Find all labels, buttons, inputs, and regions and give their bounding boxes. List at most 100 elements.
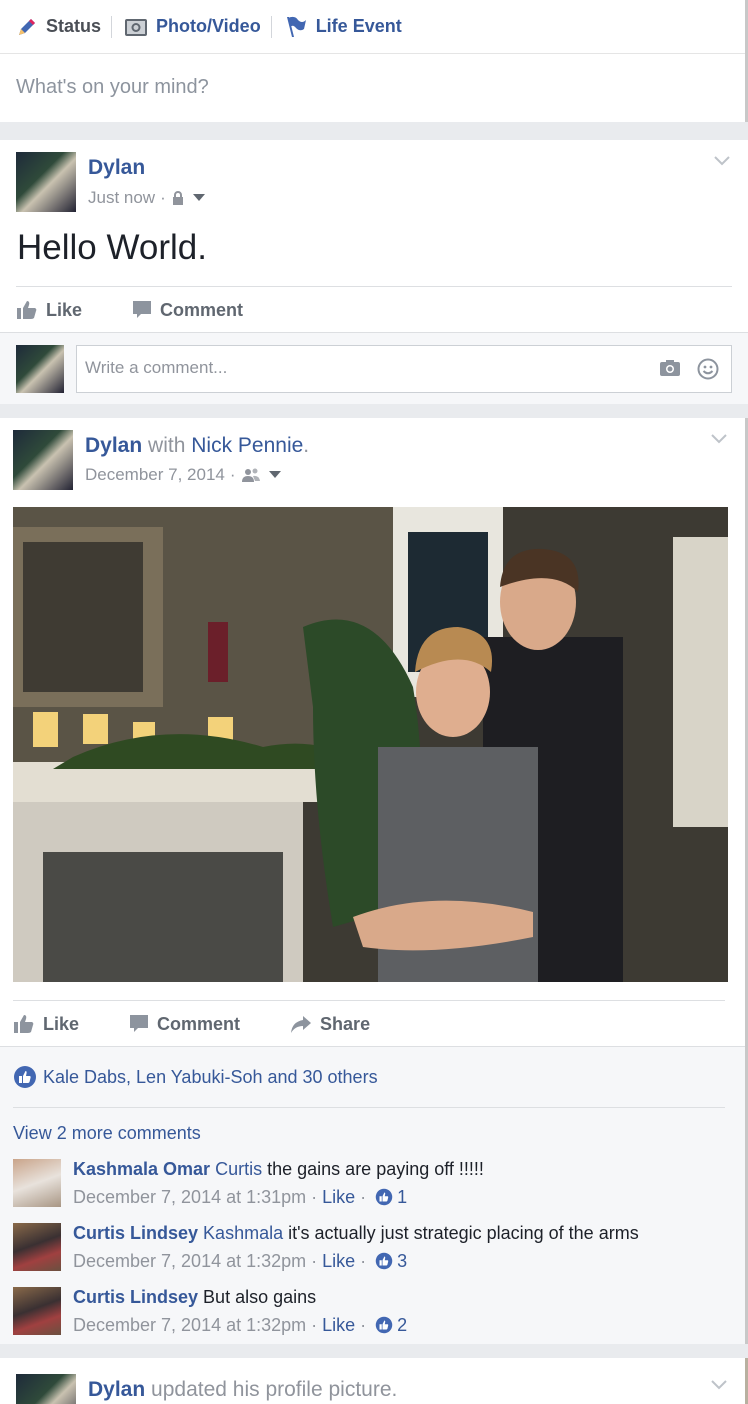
thumbs-up-icon <box>16 300 38 320</box>
comment-item: Curtis Lindsey But also gains December 7… <box>13 1283 725 1343</box>
pencil-icon <box>16 16 38 38</box>
composer: Status Photo/Video Life Event What's on … <box>0 0 748 122</box>
camera-icon[interactable] <box>659 358 681 380</box>
commenter-name[interactable]: Curtis Lindsey <box>73 1223 198 1243</box>
avatar[interactable] <box>16 152 76 212</box>
avatar[interactable] <box>13 1287 61 1335</box>
friends-icon <box>241 467 261 483</box>
chevron-down-icon[interactable] <box>714 156 730 166</box>
tagged-name[interactable]: Nick Pennie <box>191 434 303 457</box>
comment-icon <box>129 1014 149 1034</box>
like-button[interactable]: Like <box>16 300 82 321</box>
comment-button[interactable]: Comment <box>132 300 243 321</box>
divider <box>16 286 732 287</box>
comment-meta: December 7, 2014 at 1:32pm · Like · 2 <box>73 1311 407 1339</box>
divider <box>270 15 272 38</box>
post-author-line: Dylan updated his profile picture. <box>88 1378 397 1402</box>
comment-body: Kashmala Omar Curtis the gains are payin… <box>73 1155 484 1211</box>
comment-input[interactable]: Write a comment... <box>76 345 732 393</box>
divider <box>13 1000 725 1001</box>
like-label: Like <box>46 299 83 320</box>
with-word: with <box>148 434 186 457</box>
action-bar: Like Comment <box>16 288 293 332</box>
camera-icon <box>124 16 148 38</box>
comment-label: Comment <box>157 1013 241 1034</box>
author-name[interactable]: Dylan <box>85 434 142 457</box>
comment-time[interactable]: December 7, 2014 at 1:32pm <box>73 1247 306 1275</box>
author-name[interactable]: Dylan <box>88 156 145 179</box>
tab-life-event-label: Life Event <box>315 16 402 36</box>
comment-like-count[interactable]: 2 <box>375 1311 407 1339</box>
composer-tabs: Status Photo/Video Life Event <box>0 0 745 54</box>
like-button[interactable]: Like <box>13 1014 79 1035</box>
post-author-line: Dylan <box>88 156 145 180</box>
post-photo-image[interactable] <box>13 507 728 982</box>
divider <box>13 1107 725 1108</box>
divider <box>111 15 113 38</box>
comment-mention[interactable]: Kashmala <box>203 1223 283 1243</box>
comment-text: the gains are paying off !!!!! <box>267 1159 484 1179</box>
chevron-down-icon[interactable] <box>711 434 727 444</box>
post-meta: December 7, 2014 · <box>85 465 281 485</box>
avatar[interactable] <box>13 1223 61 1271</box>
tab-photo-video[interactable]: Photo/Video <box>124 16 261 38</box>
privacy-dropdown-icon[interactable] <box>268 471 281 479</box>
lock-icon <box>171 190 185 206</box>
share-label: Share <box>320 1013 371 1034</box>
like-reaction-icon <box>375 1252 393 1270</box>
like-label: Like <box>43 1013 80 1034</box>
flag-icon <box>284 15 308 39</box>
chevron-down-icon[interactable] <box>711 1380 727 1390</box>
emoji-icon[interactable] <box>697 358 719 380</box>
like-count: 1 <box>397 1187 408 1207</box>
tab-status-label: Status <box>46 16 102 36</box>
comments-section: Kale Dabs, Len Yabuki-Soh and 30 others … <box>0 1046 745 1344</box>
avatar[interactable] <box>13 1159 61 1207</box>
like-reaction-icon <box>13 1065 37 1089</box>
like-count: 3 <box>397 1251 408 1271</box>
post-author-line: Dylan with Nick Pennie. <box>85 434 310 457</box>
comment-like-link[interactable]: Like <box>322 1311 355 1339</box>
like-reaction-icon <box>375 1316 393 1334</box>
view-more-comments-link[interactable]: View 2 more comments <box>13 1123 201 1144</box>
thumbs-up-icon <box>13 1014 35 1034</box>
comment-time[interactable]: December 7, 2014 at 1:32pm <box>73 1311 306 1339</box>
comment-label: Comment <box>160 299 244 320</box>
comment-icon <box>132 300 152 320</box>
likes-text: Kale Dabs, Len Yabuki-Soh and 30 others <box>43 1066 378 1087</box>
post-text: Hello World. <box>17 228 207 267</box>
comment-like-link[interactable]: Like <box>322 1247 355 1275</box>
avatar <box>16 345 64 393</box>
comment-button[interactable]: Comment <box>129 1014 240 1035</box>
action-bar: Like Comment Share <box>13 1002 420 1046</box>
comment-like-count[interactable]: 3 <box>375 1247 407 1275</box>
avatar[interactable] <box>13 430 73 490</box>
comment-time[interactable]: December 7, 2014 at 1:31pm <box>73 1183 306 1211</box>
post-date[interactable]: December 7, 2014 <box>85 465 225 485</box>
comment-placeholder: Write a comment... <box>85 358 228 377</box>
comment-item: Curtis Lindsey Kashmala it's actually ju… <box>13 1219 725 1279</box>
post-profile-update: Dylan updated his profile picture. <box>0 1358 748 1404</box>
share-button[interactable]: Share <box>290 1014 370 1035</box>
author-name[interactable]: Dylan <box>88 1378 145 1401</box>
comment-body: Curtis Lindsey But also gains December 7… <box>73 1283 407 1339</box>
post-meta: Just now · <box>88 188 205 208</box>
status-input[interactable]: What's on your mind? <box>0 54 745 122</box>
comment-meta: December 7, 2014 at 1:32pm · Like · 3 <box>73 1247 639 1275</box>
commenter-name[interactable]: Kashmala Omar <box>73 1159 210 1179</box>
avatar[interactable] <box>16 1374 76 1404</box>
tab-status[interactable]: Status <box>16 16 101 38</box>
comment-like-link[interactable]: Like <box>322 1183 355 1211</box>
post-photo: Dylan with Nick Pennie. December 7, 2014… <box>0 418 748 1344</box>
comment-mention[interactable]: Curtis <box>215 1159 262 1179</box>
comment-input-icons <box>643 358 719 380</box>
privacy-dropdown-icon[interactable] <box>192 194 205 202</box>
share-icon <box>290 1014 312 1034</box>
like-count: 2 <box>397 1315 408 1335</box>
commenter-name[interactable]: Curtis Lindsey <box>73 1287 198 1307</box>
tab-life-event[interactable]: Life Event <box>284 15 402 39</box>
comment-like-count[interactable]: 1 <box>375 1183 407 1211</box>
likes-summary[interactable]: Kale Dabs, Len Yabuki-Soh and 30 others <box>13 1065 378 1089</box>
post-time[interactable]: Just now <box>88 188 155 208</box>
tab-photo-video-label: Photo/Video <box>156 16 261 36</box>
